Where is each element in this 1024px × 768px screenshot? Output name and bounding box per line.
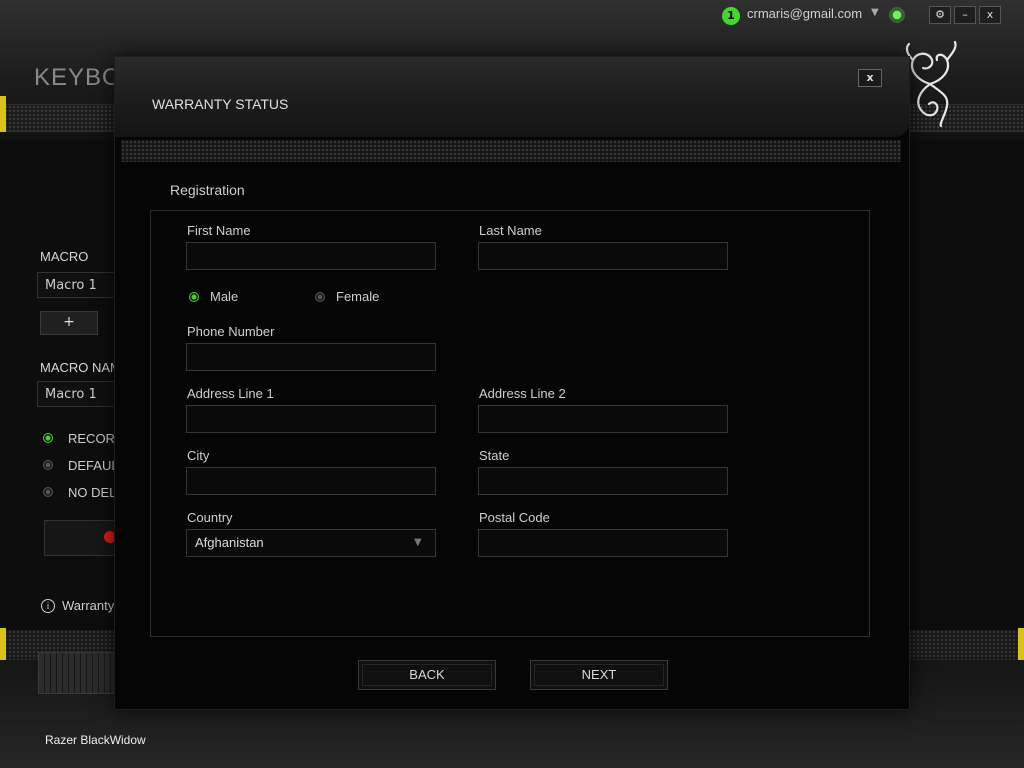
state-label: State [479,448,510,463]
dropdown-arrow-icon[interactable]: ▼ [414,537,422,548]
delay-radio-default[interactable] [43,460,53,470]
info-icon: i [41,599,55,613]
settings-button[interactable]: ⚙ [929,6,951,24]
country-select[interactable]: Afghanistan [186,529,436,557]
address-line-2-label: Address Line 2 [479,386,566,401]
last-name-field[interactable] [478,242,728,270]
postal-code-label: Postal Code [479,510,550,525]
notification-badge[interactable]: 1 [722,7,740,25]
window-close-button[interactable]: x [979,6,1001,24]
address-line-1-label: Address Line 1 [187,386,274,401]
macro-label: MACRO [40,249,89,264]
state-field[interactable] [478,467,728,495]
next-button[interactable]: NEXT [530,660,668,690]
delay-option-record: RECOR [68,431,115,446]
section-title: Registration [170,182,245,198]
accent-strip [0,96,6,132]
keyboard-device-thumbnail[interactable] [38,652,124,694]
gender-female-label: Female [336,289,380,304]
phone-label: Phone Number [187,324,275,339]
first-name-label: First Name [187,223,251,238]
delay-radio-record[interactable] [43,433,53,443]
delay-option-default: DEFAUL [68,458,119,473]
minimize-button[interactable]: – [954,6,976,24]
delay-option-none: NO DEL [68,485,117,500]
user-email[interactable]: crmaris@gmail.com [747,6,862,21]
macro-name-label: MACRO NAM [40,360,121,375]
online-status-icon [889,7,905,23]
gender-male-label: Male [210,289,239,304]
modal-mesh-strip [121,140,901,162]
chevron-down-icon[interactable]: ▼ [871,7,879,18]
city-field[interactable] [186,467,436,495]
gender-radio-male[interactable] [189,292,199,302]
modal-title: WARRANTY STATUS [152,96,289,112]
delay-radio-none[interactable] [43,487,53,497]
accent-strip [1018,628,1024,664]
back-button[interactable]: BACK [358,660,496,690]
add-macro-button[interactable]: + [40,311,98,335]
accent-strip [0,628,6,664]
modal-close-button[interactable]: x [858,69,882,87]
first-name-field[interactable] [186,242,436,270]
address-line-1-field[interactable] [186,405,436,433]
address-line-2-field[interactable] [478,405,728,433]
device-name: Razer BlackWidow [45,733,146,747]
phone-field[interactable] [186,343,436,371]
country-label: Country [187,510,233,525]
last-name-label: Last Name [479,223,542,238]
gender-radio-female[interactable] [315,292,325,302]
city-label: City [187,448,210,463]
postal-code-field[interactable] [478,529,728,557]
warranty-link[interactable]: Warranty [62,598,114,613]
